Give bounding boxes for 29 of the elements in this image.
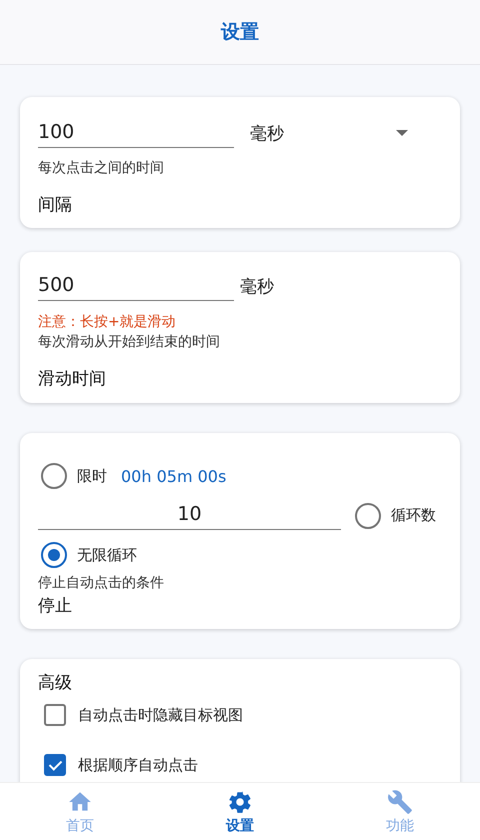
- time-value[interactable]: 00h 05m 00s: [121, 466, 226, 486]
- option-label: 根据顺序自动点击: [78, 756, 198, 774]
- timer-label: 限时: [77, 466, 107, 486]
- infinite-loop-label: 无限循环: [77, 546, 137, 564]
- radio-button[interactable]: [41, 542, 67, 568]
- stop-description: 停止自动点击的条件: [38, 574, 165, 592]
- loop-count-label: 循环数: [391, 506, 436, 525]
- advanced-title: 高级: [38, 672, 73, 694]
- warning-text: 注意：长按+就是滑动: [38, 313, 177, 331]
- wrench-icon: [387, 788, 413, 814]
- nav-tab[interactable]: 设置: [160, 783, 320, 840]
- radio-button[interactable]: [355, 502, 381, 528]
- unit-label: 毫秒: [240, 276, 274, 298]
- loop-count-input[interactable]: 10: [38, 501, 341, 530]
- interval-input[interactable]: 100: [38, 118, 234, 148]
- radio-button[interactable]: [41, 463, 67, 489]
- swipe-title: 滑动时间: [38, 368, 107, 390]
- option-label: 自动点击时隐藏目标视图: [78, 706, 243, 724]
- stop-title: 停止: [38, 595, 73, 617]
- page-title: 设置: [221, 20, 259, 45]
- unit-dropdown[interactable]: 毫秒: [250, 117, 442, 149]
- swipe-description: 每次滑动从开始到结束的时间: [38, 333, 221, 351]
- checkbox[interactable]: [44, 704, 66, 726]
- settings-icon: [227, 788, 253, 814]
- interval-title: 间隔: [38, 194, 73, 216]
- checkbox[interactable]: [44, 754, 66, 776]
- swipe-duration-input[interactable]: 500: [38, 272, 234, 301]
- dropdown-caret-icon: [396, 130, 408, 136]
- interval-description: 每次点击之间的时间: [38, 159, 165, 177]
